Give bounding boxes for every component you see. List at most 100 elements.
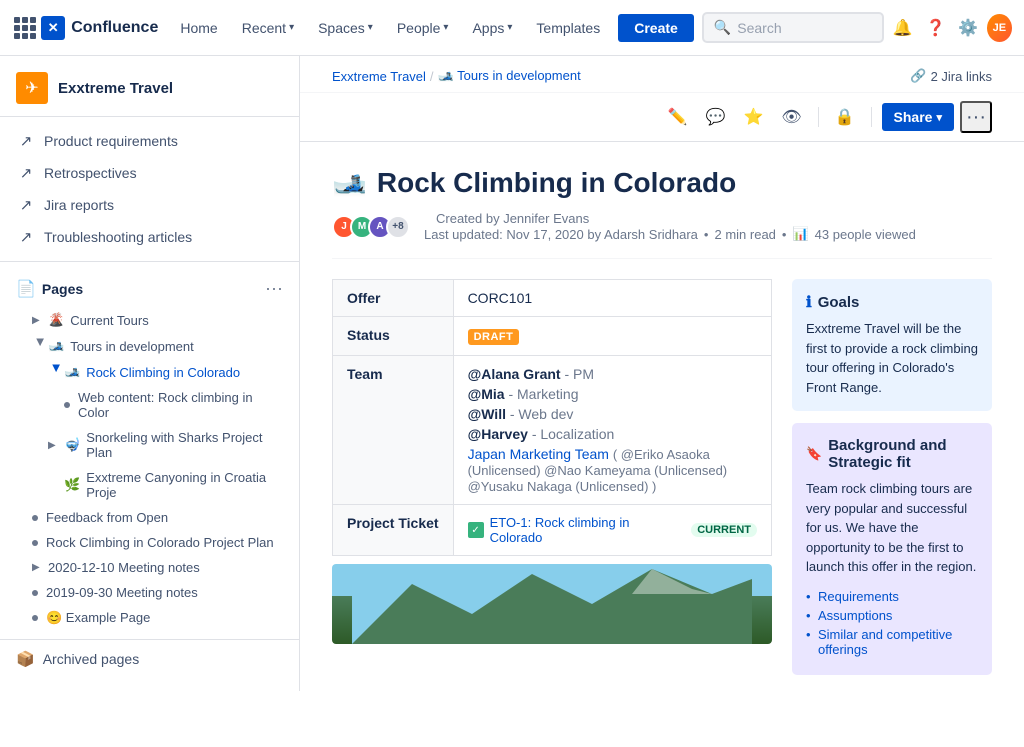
breadcrumb-sep-1: / bbox=[430, 69, 434, 84]
external-link-icon: ↗ bbox=[16, 164, 36, 182]
archived-pages-link[interactable]: 📦 Archived pages bbox=[0, 640, 299, 678]
team-member-3: @Will - Web dev bbox=[468, 406, 757, 422]
tree-item-web-content[interactable]: Web content: Rock climbing in Color bbox=[0, 385, 299, 425]
content-main-area: Offer CORC101 Status DRAFT Team bbox=[332, 279, 772, 687]
background-panel: 🔖 Background and Strategic fit Team rock… bbox=[792, 423, 992, 675]
right-sidebar-panels: ℹ Goals Exxtreme Travel will be the firs… bbox=[792, 279, 992, 687]
main-content: Exxtreme Travel / 🎿 Tours in development… bbox=[300, 56, 1024, 691]
table-row-team: Team @Alana Grant - PM @Mia - Marketing bbox=[333, 356, 772, 505]
sidebar-footer: 📦 Archived pages bbox=[0, 639, 299, 678]
mountain-image bbox=[332, 564, 772, 644]
sidebar: ✈ Exxtreme Travel ↗ Product requirements… bbox=[0, 56, 300, 691]
tree-item-canyoning[interactable]: ▶ 🌿 Exxtreme Canyoning in Croatia Proje bbox=[0, 465, 299, 505]
avatar-count[interactable]: +8 bbox=[386, 215, 410, 239]
table-row-project-ticket: Project Ticket ✓ ETO-1: Rock climbing in… bbox=[333, 505, 772, 556]
tree-item-tours-in-development[interactable]: ▶ 🎿 Tours in development bbox=[0, 333, 299, 359]
grid-menu-button[interactable] bbox=[12, 14, 37, 42]
help-button[interactable]: ❓ bbox=[921, 12, 950, 44]
status-label: Status bbox=[333, 317, 454, 356]
project-ticket-value: ✓ ETO-1: Rock climbing in Colorado CURRE… bbox=[453, 505, 771, 556]
nav-apps[interactable]: Apps ▾ bbox=[462, 14, 522, 42]
tree-item-feedback[interactable]: Feedback from Open bbox=[0, 505, 299, 530]
draft-badge: DRAFT bbox=[468, 329, 520, 345]
comment-button[interactable]: 💬 bbox=[700, 101, 732, 133]
tree-item-current-tours[interactable]: ▶ 🌋 Current Tours bbox=[0, 307, 299, 333]
requirements-link[interactable]: Requirements bbox=[806, 589, 978, 604]
more-actions-button[interactable]: ··· bbox=[960, 101, 992, 133]
dot-icon bbox=[32, 615, 38, 621]
nav-people[interactable]: People ▾ bbox=[387, 14, 459, 42]
sidebar-item-jira-reports[interactable]: ↗ Jira reports bbox=[0, 189, 299, 221]
user-avatar[interactable]: JE bbox=[987, 14, 1012, 42]
team-value: @Alana Grant - PM @Mia - Marketing @Will… bbox=[453, 356, 771, 505]
tree-item-example[interactable]: 😊 Example Page bbox=[0, 605, 299, 631]
external-link-icon: ↗ bbox=[16, 196, 36, 214]
background-panel-title: 🔖 Background and Strategic fit bbox=[806, 437, 978, 471]
sidebar-item-product-requirements[interactable]: ↗ Product requirements bbox=[0, 125, 299, 157]
breadcrumb-space[interactable]: Exxtreme Travel bbox=[332, 69, 426, 84]
create-button[interactable]: Create bbox=[618, 14, 694, 42]
star-button[interactable]: ⭐ bbox=[738, 101, 770, 133]
dot-icon bbox=[64, 402, 70, 408]
japan-team-link[interactable]: Japan Marketing Team bbox=[468, 446, 609, 462]
sidebar-item-retrospectives[interactable]: ↗ Retrospectives bbox=[0, 157, 299, 189]
space-header[interactable]: ✈ Exxtreme Travel bbox=[0, 56, 299, 117]
edit-button[interactable]: ✏️ bbox=[662, 101, 694, 133]
tree-item-meeting-2019[interactable]: 2019-09-30 Meeting notes bbox=[0, 580, 299, 605]
jira-links-button[interactable]: 🔗 2 Jira links bbox=[910, 68, 992, 84]
background-panel-text: Team rock climbing tours are very popula… bbox=[806, 479, 978, 577]
offer-label: Offer bbox=[333, 280, 454, 317]
created-by-text: Created by Jennifer Evans bbox=[436, 211, 916, 226]
tree-item-meeting-2020[interactable]: ▶ 2020-12-10 Meeting notes bbox=[0, 555, 299, 580]
watch-button[interactable]: 👁 bbox=[776, 101, 808, 133]
search-box[interactable]: 🔍 Search bbox=[702, 12, 885, 43]
breadcrumb-parent[interactable]: 🎿 Tours in development bbox=[438, 68, 581, 84]
nav-home[interactable]: Home bbox=[170, 14, 227, 42]
page-toolbar: ✏️ 💬 ⭐ 👁 🔒 Share ▾ ··· bbox=[300, 93, 1024, 142]
team-member-1: @Alana Grant - PM bbox=[468, 366, 757, 382]
tree-item-snorkeling[interactable]: ▶ 🤿 Snorkeling with Sharks Project Plan bbox=[0, 425, 299, 465]
chevron-down-icon: ▶ bbox=[51, 364, 62, 380]
dot-icon bbox=[32, 515, 38, 521]
table-row-status: Status DRAFT bbox=[333, 317, 772, 356]
external-link-icon: ↗ bbox=[16, 132, 36, 150]
updated-text: Last updated: Nov 17, 2020 by Adarsh Sri… bbox=[424, 226, 916, 242]
toolbar-divider-1 bbox=[818, 107, 819, 127]
tree-item-rock-climbing-colorado[interactable]: ▶ 🎿 Rock Climbing in Colorado bbox=[0, 359, 299, 385]
similar-offerings-link[interactable]: Similar and competitive offerings bbox=[806, 627, 978, 657]
panel-links: Requirements Assumptions Similar and com… bbox=[806, 589, 978, 657]
table-row-offer: Offer CORC101 bbox=[333, 280, 772, 317]
goals-panel: ℹ Goals Exxtreme Travel will be the firs… bbox=[792, 279, 992, 411]
bookmark-icon: 🔖 bbox=[806, 446, 822, 462]
pages-section-header[interactable]: 📄 Pages ··· bbox=[0, 270, 299, 307]
current-badge: CURRENT bbox=[691, 523, 757, 537]
jira-ticket-link[interactable]: ETO-1: Rock climbing in Colorado bbox=[490, 515, 680, 545]
project-ticket-label: Project Ticket bbox=[333, 505, 454, 556]
sidebar-item-troubleshooting[interactable]: ↗ Troubleshooting articles bbox=[0, 221, 299, 253]
search-icon: 🔍 bbox=[714, 19, 731, 36]
tree-item-rock-climbing-plan[interactable]: Rock Climbing in Colorado Project Plan bbox=[0, 530, 299, 555]
share-button[interactable]: Share ▾ bbox=[882, 103, 954, 131]
views-icon: 📊 bbox=[792, 226, 808, 242]
meta-dot-1: • bbox=[704, 227, 709, 242]
share-chevron-icon: ▾ bbox=[936, 111, 942, 124]
status-value: DRAFT bbox=[453, 317, 771, 356]
nav-spaces[interactable]: Spaces ▾ bbox=[308, 14, 383, 42]
meta-dot-2: • bbox=[782, 227, 787, 242]
search-placeholder: Search bbox=[737, 20, 781, 36]
restrict-button[interactable]: 🔒 bbox=[829, 101, 861, 133]
settings-button[interactable]: ⚙️ bbox=[954, 12, 983, 44]
logo[interactable]: ✕ Confluence bbox=[41, 16, 158, 40]
notifications-button[interactable]: 🔔 bbox=[888, 12, 917, 44]
chevron-right-icon: ▶ bbox=[32, 562, 48, 573]
nav-templates[interactable]: Templates bbox=[526, 14, 610, 42]
more-options-icon[interactable]: ··· bbox=[265, 278, 283, 299]
info-table: Offer CORC101 Status DRAFT Team bbox=[332, 279, 772, 556]
mountain-svg bbox=[332, 564, 772, 644]
offer-value: CORC101 bbox=[453, 280, 771, 317]
assumptions-link[interactable]: Assumptions bbox=[806, 608, 978, 623]
page-title-emoji: 🎿 bbox=[332, 166, 367, 199]
pages-section-title: 📄 Pages bbox=[16, 279, 83, 299]
jira-ticket-row: ✓ ETO-1: Rock climbing in Colorado CURRE… bbox=[468, 515, 757, 545]
nav-recent[interactable]: Recent ▾ bbox=[232, 14, 304, 42]
